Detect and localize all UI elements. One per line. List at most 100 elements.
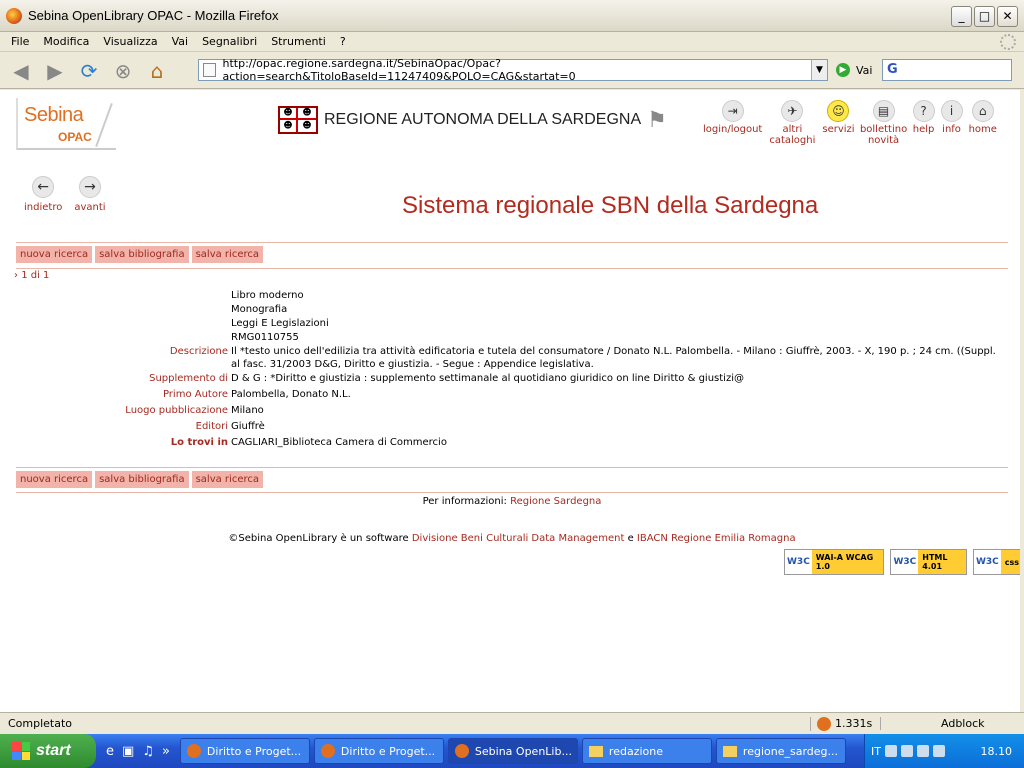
tool-help[interactable]: ? help <box>912 100 935 146</box>
image-file-icon <box>722 745 737 757</box>
go-button[interactable]: ▶ Vai <box>836 63 872 77</box>
task-diritto-2[interactable]: Diritto e Proget... <box>313 738 444 764</box>
dbc-link[interactable]: Divisione Beni Culturali Data Management <box>412 533 625 544</box>
logo-text-top: Sebina <box>24 104 84 126</box>
html-badge[interactable]: W3C HTML 4.01 <box>890 549 967 575</box>
menu-help[interactable]: ? <box>333 35 353 48</box>
start-button[interactable]: start <box>0 734 96 768</box>
field-value-link[interactable]: CAGLIARI_Biblioteca Camera di Commercio <box>231 435 1007 451</box>
menu-modifica[interactable]: Modifica <box>36 35 96 48</box>
tray-icon[interactable] <box>884 745 897 757</box>
reload-icon[interactable]: ⟳ <box>74 57 104 85</box>
copyright-line: ©Sebina OpenLibrary è un software Divisi… <box>228 533 796 544</box>
result-count[interactable]: › 1 di 1 <box>14 270 49 281</box>
home-icon[interactable]: ⌂ <box>142 57 172 85</box>
firefox-icon <box>186 744 201 758</box>
bulletin-icon[interactable]: ▤ <box>872 100 895 122</box>
navigation-toolbar: ◀ ▶ ⟳ ⊗ ⌂ http://opac.regione.sardegna.i… <box>0 53 1024 89</box>
help-icon[interactable]: ? <box>912 100 935 122</box>
task-redazione[interactable]: redazione <box>581 738 712 764</box>
wai-badge[interactable]: W3C WAI-A WCAG 1.0 <box>784 549 885 575</box>
network-icon[interactable] <box>900 745 913 757</box>
salva-ricerca-button[interactable]: salva ricerca <box>191 246 263 263</box>
right-arrow-icon[interactable]: → <box>78 176 101 198</box>
divider <box>16 467 1008 468</box>
adblock-label[interactable]: Adblock <box>880 717 1024 730</box>
windows-taskbar: start e ▣ ♫ » Diritto e Proget... Diritt… <box>0 734 1024 768</box>
field-label: Descrizione <box>169 346 228 357</box>
menu-visualizza[interactable]: Visualizza <box>96 35 164 48</box>
expand-icon[interactable]: » <box>162 744 170 759</box>
action-bar-bottom: nuova ricerca salva bibliografia salva r… <box>16 471 263 488</box>
tool-login[interactable]: ⇥ login/logout <box>703 100 762 146</box>
clock: 18.10 <box>980 744 1013 758</box>
menubar: File Modifica Visualizza Vai Segnalibri … <box>0 32 1024 52</box>
avanti-link[interactable]: → avanti <box>74 176 106 213</box>
page-icon <box>203 63 217 77</box>
menu-segnalibri[interactable]: Segnalibri <box>195 35 264 48</box>
tool-info[interactable]: i info <box>940 100 963 146</box>
css-badge[interactable]: W3C css <box>972 549 1024 575</box>
volume-icon[interactable] <box>916 745 929 757</box>
region-banner[interactable]: ☻ ☻ ☻ ☻ REGIONE AUTONOMA DELLA SARDEGNA ⚑ <box>278 106 667 134</box>
tool-servizi[interactable]: ☺ servizi <box>822 100 855 146</box>
url-text[interactable]: http://opac.regione.sardegna.it/SebinaOp… <box>222 57 827 83</box>
status-text: Completato <box>8 717 73 730</box>
left-arrow-icon[interactable]: ← <box>32 176 55 198</box>
ie-icon[interactable]: e <box>106 744 114 759</box>
forward-arrow-icon[interactable]: ▶ <box>40 57 70 85</box>
status-bar: Completato 1.331s Adblock <box>0 712 1024 734</box>
sebina-logo[interactable]: Sebina OPAC <box>16 98 116 150</box>
nuova-ricerca-button[interactable]: nuova ricerca <box>16 246 93 263</box>
security-icon[interactable] <box>932 745 945 757</box>
tool-home[interactable]: ⌂ home <box>969 100 997 146</box>
smile-icon[interactable]: ☺ <box>827 100 850 122</box>
url-dropdown-icon[interactable]: ▼ <box>811 60 827 80</box>
stop-icon[interactable]: ⊗ <box>108 57 138 85</box>
close-button[interactable]: ✕ <box>997 6 1018 27</box>
info-icon[interactable]: i <box>940 100 963 122</box>
salva-ricerca-button[interactable]: salva ricerca <box>191 471 263 488</box>
logo-text-bottom: OPAC <box>58 130 92 144</box>
throbber-icon <box>1000 34 1016 50</box>
minimize-button[interactable]: _ <box>951 6 972 27</box>
regione-sardegna-link[interactable]: Regione Sardegna <box>510 496 601 507</box>
catalogs-icon[interactable]: ✈ <box>781 100 804 122</box>
field-value-link[interactable]: Giuffrè <box>231 419 1007 435</box>
media-icon[interactable]: ♫ <box>142 744 154 759</box>
url-bar[interactable]: http://opac.regione.sardegna.it/SebinaOp… <box>198 57 828 83</box>
nuova-ricerca-button[interactable]: nuova ricerca <box>16 471 93 488</box>
record-level: Monografia <box>231 304 288 315</box>
back-arrow-icon[interactable]: ◀ <box>6 57 36 85</box>
ibacn-link[interactable]: IBACN Regione Emilia Romagna <box>637 533 796 544</box>
field-value-link[interactable]: Palombella, Donato N.L. <box>231 387 1007 403</box>
explorer-icon[interactable]: ▣ <box>122 744 134 759</box>
go-arrow-icon[interactable]: ▶ <box>836 63 850 77</box>
home-page-icon[interactable]: ⌂ <box>971 100 994 122</box>
menu-file[interactable]: File <box>4 35 36 48</box>
chevron-right-icon: › <box>14 270 18 281</box>
menu-strumenti[interactable]: Strumenti <box>264 35 333 48</box>
tool-altri-cataloghi[interactable]: ✈ altri cataloghi <box>768 100 816 146</box>
firefox-icon <box>454 744 469 758</box>
task-diritto-1[interactable]: Diritto e Proget... <box>179 738 310 764</box>
field-value-link[interactable]: D & G : *Diritto e giustizia : supplemen… <box>231 371 1007 387</box>
salva-bibliografia-button[interactable]: salva bibliografia <box>95 246 189 263</box>
maximize-button[interactable]: □ <box>974 6 995 27</box>
scrollbar[interactable] <box>1020 90 1024 712</box>
google-search-input[interactable]: G <box>882 59 1012 81</box>
menu-vai[interactable]: Vai <box>165 35 195 48</box>
record-detail: Libro moderno Monografia Leggi E Legisla… <box>0 288 1024 451</box>
task-regione[interactable]: regione_sardeg... <box>715 738 846 764</box>
go-label[interactable]: Vai <box>856 64 872 77</box>
action-bar-top: nuova ricerca salva bibliografia salva r… <box>16 246 263 263</box>
task-sebina[interactable]: Sebina OpenLib... <box>447 738 578 764</box>
login-icon[interactable]: ⇥ <box>721 100 744 122</box>
language-indicator[interactable]: IT <box>871 745 881 758</box>
w3c-badges: W3C WAI-A WCAG 1.0 W3C HTML 4.01 W3C css <box>784 549 1024 575</box>
field-value: Il *testo unico dell'edilizia tra attivi… <box>231 346 996 370</box>
tool-bollettino[interactable]: ▤ bollettino novità <box>860 100 907 146</box>
firefox-icon <box>6 7 22 24</box>
indietro-link[interactable]: ← indietro <box>24 176 62 213</box>
salva-bibliografia-button[interactable]: salva bibliografia <box>95 471 189 488</box>
